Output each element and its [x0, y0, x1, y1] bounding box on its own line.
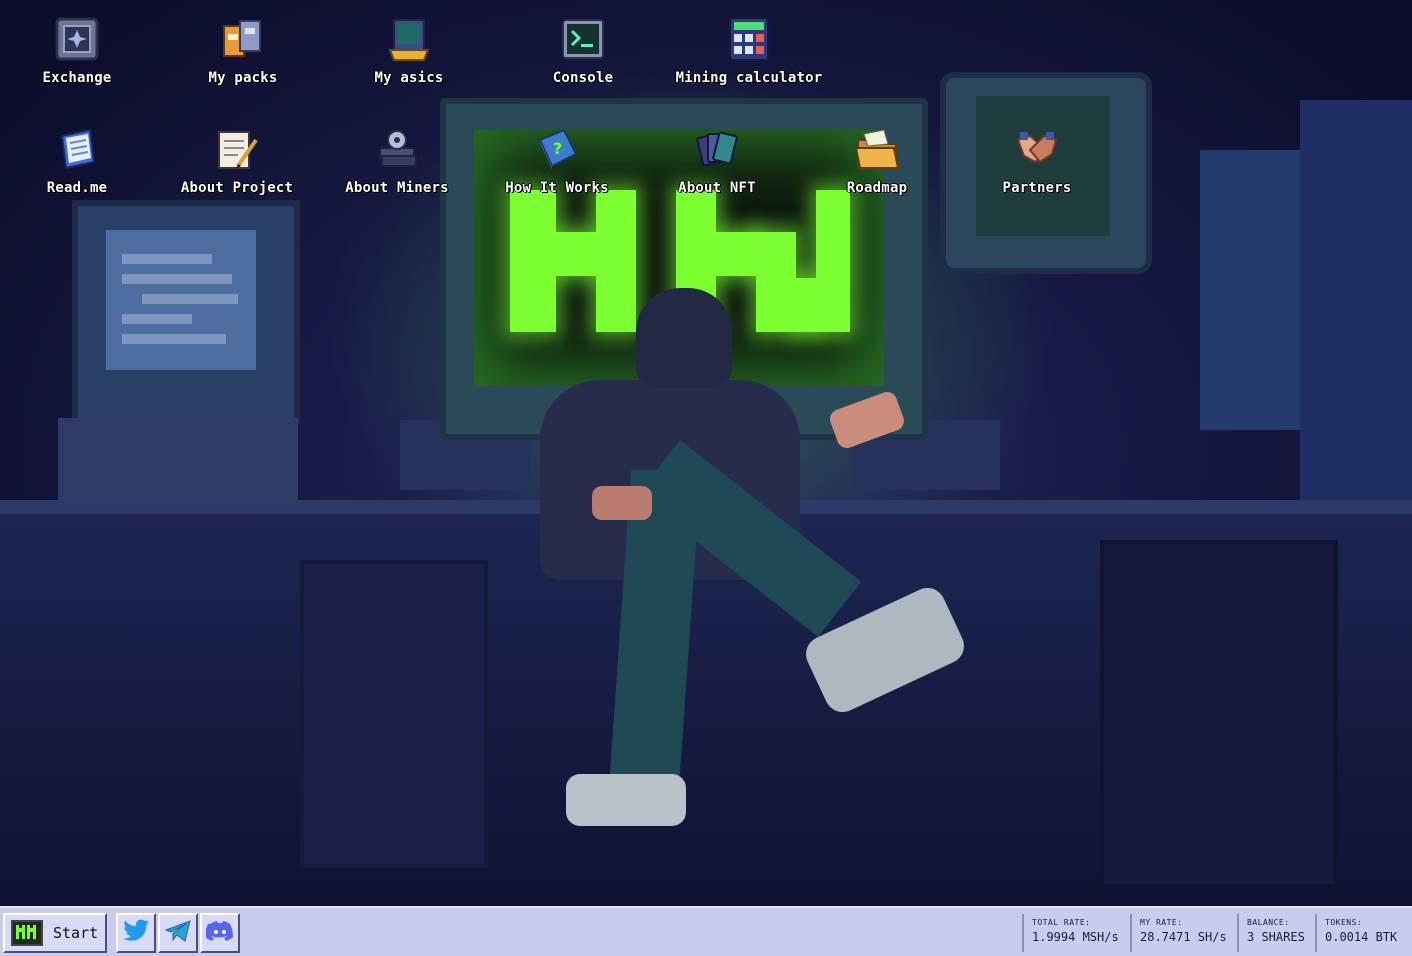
total-rate-stat: TOTAL RATE: 1.9994 MSH/s	[1022, 914, 1128, 952]
twitter-icon	[122, 919, 150, 947]
folder-icon	[854, 126, 900, 172]
desktop-icon-mining-calculator[interactable]: Mining calculator	[669, 2, 829, 102]
background-monitor	[1200, 150, 1300, 430]
desktop-icon-my-asics[interactable]: My asics	[329, 2, 489, 102]
my-rate-label: MY RATE:	[1140, 918, 1183, 927]
start-button[interactable]: Start	[3, 913, 107, 953]
taskbar: Start TOTAL RATE: 1.9994 MSH/s MY RATE: …	[0, 906, 1412, 956]
asics-icon	[386, 16, 432, 62]
calculator-icon	[726, 16, 772, 62]
mn-logo-block	[756, 232, 796, 332]
hooded-figure-shoe	[566, 774, 686, 826]
server-rack-scenery	[1100, 540, 1338, 888]
nft-cards-icon	[694, 126, 740, 172]
my-rate-stat: MY RATE: 28.7471 SH/s	[1130, 914, 1236, 952]
total-rate-value: 1.9994 MSH/s	[1032, 930, 1119, 944]
desktop-icon-exchange[interactable]: Exchange	[0, 2, 157, 102]
discord-button[interactable]	[200, 913, 240, 953]
background-monitor	[1300, 100, 1412, 500]
hooded-figure-head	[636, 288, 732, 388]
desktop-icon-about-project[interactable]: About Project	[157, 112, 317, 212]
desktop-icon-label: Roadmap	[846, 180, 908, 196]
desktop-icon-label: How It Works	[505, 180, 609, 196]
twitter-button[interactable]	[116, 913, 156, 953]
desktop-icon-label: Mining calculator	[675, 70, 823, 86]
desktop-icon-about-nft[interactable]: About NFT	[637, 112, 797, 212]
desktop-icon-label: About Miners	[345, 180, 449, 196]
tokens-value: 0.0014 BTK	[1325, 930, 1398, 944]
desktop-icon-my-packs[interactable]: My packs	[163, 2, 323, 102]
handshake-icon	[1014, 126, 1060, 172]
desktop-icon-how-it-works[interactable]: ? How It Works	[477, 112, 637, 212]
balance-value: 3 SHARES	[1247, 930, 1305, 944]
hooded-figure-hand	[592, 486, 652, 520]
desktop-icon-label: My packs	[208, 70, 278, 86]
packs-icon	[220, 16, 266, 62]
desktop-icon-label: About Project	[180, 180, 294, 196]
mn-logo-block	[556, 232, 596, 276]
total-rate-label: TOTAL RATE:	[1032, 918, 1091, 927]
balance-stat: BALANCE: 3 SHARES	[1237, 914, 1313, 952]
desktop-icon-about-miners[interactable]: About Miners	[317, 112, 477, 212]
telegram-button[interactable]	[158, 913, 198, 953]
mn-logo-icon	[11, 920, 43, 946]
mn-logo-block	[716, 232, 756, 276]
tokens-label: TOKENS:	[1325, 918, 1363, 927]
telegram-icon	[164, 919, 192, 947]
discord-icon	[205, 920, 234, 946]
console-icon	[560, 16, 606, 62]
desktop-icon-console[interactable]: Console	[503, 2, 663, 102]
exchange-icon	[54, 16, 100, 62]
tokens-stat: TOKENS: 0.0014 BTK	[1315, 914, 1411, 952]
computer-case-scenery	[58, 418, 298, 510]
mn-logo-block	[796, 278, 816, 332]
desktop-icon-label: Console	[552, 70, 614, 86]
desktop-icon-label: About NFT	[678, 180, 756, 196]
left-monitor-screen	[106, 230, 256, 370]
desktop-icon-readme[interactable]: Read.me	[0, 112, 157, 212]
desktop-icon-label: Read.me	[46, 180, 108, 196]
help-book-icon: ?	[534, 126, 580, 172]
notepad-icon	[214, 126, 260, 172]
svg-text:?: ?	[553, 139, 562, 158]
desktop-icon-label: Exchange	[42, 70, 112, 86]
miner-book-icon	[374, 126, 420, 172]
desktop-icon-partners[interactable]: Partners	[957, 112, 1117, 212]
balance-label: BALANCE:	[1247, 918, 1290, 927]
shelf-scenery	[300, 560, 488, 868]
notebook-icon	[54, 126, 100, 172]
start-label: Start	[53, 924, 99, 942]
desktop-icon-label: Partners	[1002, 180, 1072, 196]
desktop-icon-roadmap[interactable]: Roadmap	[797, 112, 957, 212]
my-rate-value: 28.7471 SH/s	[1140, 930, 1227, 944]
desktop-icon-label: My asics	[374, 70, 444, 86]
